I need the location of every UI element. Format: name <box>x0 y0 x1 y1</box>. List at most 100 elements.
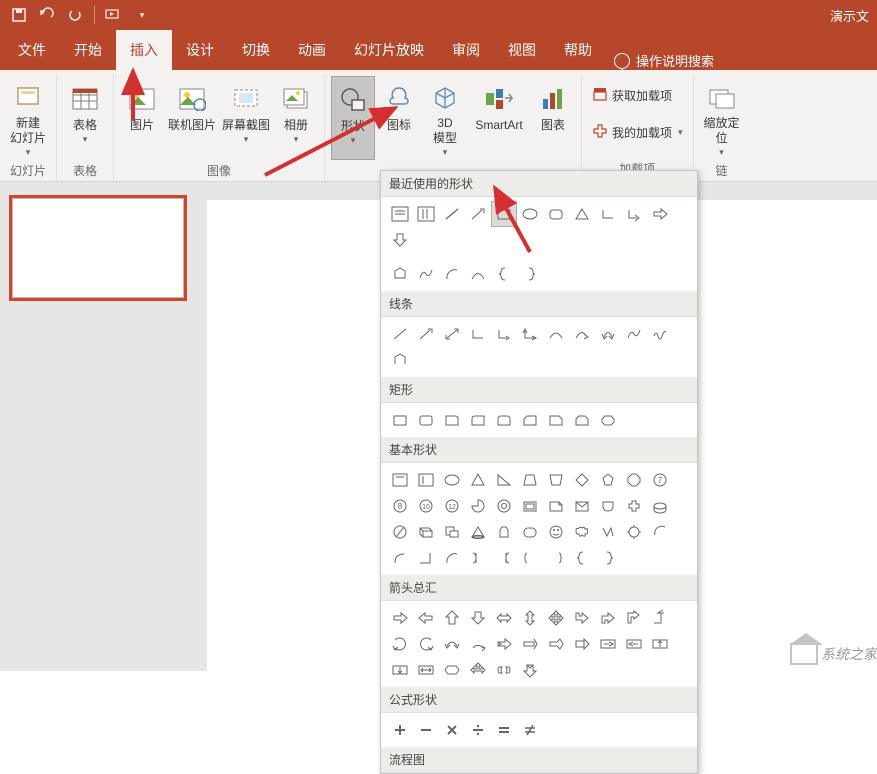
eq-minus-icon[interactable] <box>413 717 439 743</box>
screenshot-button[interactable]: 屏幕截图 ▾ <box>220 76 272 160</box>
arrow-shape-0-icon[interactable] <box>387 605 413 631</box>
save-icon[interactable] <box>8 4 30 26</box>
tab-transitions[interactable]: 切换 <box>228 30 284 70</box>
arrow-shape-4-icon[interactable] <box>491 605 517 631</box>
basic-shape-10-icon[interactable]: 7 <box>647 467 673 493</box>
shape-arc-icon[interactable] <box>439 261 465 287</box>
basic-shape-19-icon[interactable] <box>595 493 621 519</box>
shape-brace-icon[interactable] <box>491 261 517 287</box>
shape-line-icon[interactable] <box>439 201 465 227</box>
tell-me-search[interactable]: 操作说明搜索 <box>614 51 714 70</box>
basic-shape-1-icon[interactable] <box>413 467 439 493</box>
basic-shape-25-icon[interactable] <box>465 519 491 545</box>
basic-shape-5-icon[interactable] <box>517 467 543 493</box>
shape-freeform-icon[interactable] <box>387 261 413 287</box>
arrow-shape-13-icon[interactable] <box>439 631 465 657</box>
album-button[interactable]: 相册 ▾ <box>274 76 318 160</box>
shape-triangle-icon[interactable] <box>569 201 595 227</box>
basic-shape-28-icon[interactable] <box>543 519 569 545</box>
arrow-shape-18-icon[interactable] <box>569 631 595 657</box>
basic-shape-15-icon[interactable] <box>491 493 517 519</box>
new-slide-button[interactable]: 新建 幻灯片 ▾ <box>6 76 50 160</box>
line2-icon[interactable] <box>413 321 439 347</box>
basic-shape-13-icon[interactable]: 12 <box>439 493 465 519</box>
tab-review[interactable]: 审阅 <box>438 30 494 70</box>
basic-shape-26-icon[interactable] <box>491 519 517 545</box>
arrow-shape-22-icon[interactable] <box>387 657 413 683</box>
arrow-shape-11-icon[interactable] <box>387 631 413 657</box>
from-beginning-icon[interactable] <box>103 4 125 26</box>
undo-icon[interactable] <box>36 4 58 26</box>
icons-button[interactable]: 图标 <box>377 76 421 160</box>
arrow-shape-19-icon[interactable] <box>595 631 621 657</box>
basic-shape-7-icon[interactable] <box>569 467 595 493</box>
line-elbow-icon[interactable] <box>465 321 491 347</box>
tab-help[interactable]: 帮助 <box>550 30 606 70</box>
basic-shape-36-icon[interactable] <box>465 545 491 571</box>
arrow-shape-3-icon[interactable] <box>465 605 491 631</box>
basic-shape-35-icon[interactable] <box>439 545 465 571</box>
arrow-shape-12-icon[interactable] <box>413 631 439 657</box>
arrow-shape-1-icon[interactable] <box>413 605 439 631</box>
shape-rectangle-icon[interactable] <box>491 201 517 227</box>
smartart-button[interactable]: SmartArt <box>469 76 529 160</box>
basic-shape-33-icon[interactable] <box>387 545 413 571</box>
shape-scribble-icon[interactable] <box>413 261 439 287</box>
tab-animations[interactable]: 动画 <box>284 30 340 70</box>
basic-shape-8-icon[interactable] <box>595 467 621 493</box>
arrow-shape-24-icon[interactable] <box>439 657 465 683</box>
basic-shape-2-icon[interactable] <box>439 467 465 493</box>
basic-shape-38-icon[interactable] <box>517 545 543 571</box>
arrow-shape-15-icon[interactable] <box>491 631 517 657</box>
rect6-icon[interactable] <box>517 407 543 433</box>
picture-button[interactable]: 图片 <box>120 76 164 160</box>
arrow-shape-14-icon[interactable] <box>465 631 491 657</box>
table-button[interactable]: 表格 ▾ <box>63 76 107 160</box>
arrow-shape-5-icon[interactable] <box>517 605 543 631</box>
basic-shape-12-icon[interactable]: 10 <box>413 493 439 519</box>
basic-shape-22-icon[interactable] <box>387 519 413 545</box>
tab-insert[interactable]: 插入 <box>116 30 172 70</box>
eq-eq-icon[interactable] <box>491 717 517 743</box>
basic-shape-34-icon[interactable] <box>413 545 439 571</box>
arrow-shape-17-icon[interactable] <box>543 631 569 657</box>
rect4-icon[interactable] <box>465 407 491 433</box>
slide-thumbnail-1[interactable] <box>12 198 184 298</box>
shape-brace2-icon[interactable] <box>517 261 543 287</box>
qat-more-icon[interactable]: ▾ <box>131 4 153 26</box>
arrow-shape-9-icon[interactable] <box>621 605 647 631</box>
basic-shape-11-icon[interactable]: 8 <box>387 493 413 519</box>
basic-shape-14-icon[interactable] <box>465 493 491 519</box>
basic-shape-17-icon[interactable] <box>543 493 569 519</box>
line-scribble-icon[interactable] <box>647 321 673 347</box>
rect5-icon[interactable] <box>491 407 517 433</box>
basic-shape-23-icon[interactable] <box>413 519 439 545</box>
shape-textbox-icon[interactable] <box>387 201 413 227</box>
tab-home[interactable]: 开始 <box>60 30 116 70</box>
arrow-shape-2-icon[interactable] <box>439 605 465 631</box>
basic-shape-21-icon[interactable] <box>647 493 673 519</box>
basic-shape-27-icon[interactable] <box>517 519 543 545</box>
line-freeform-icon[interactable] <box>621 321 647 347</box>
shape-curve-icon[interactable] <box>465 261 491 287</box>
chart-button[interactable]: 图表 <box>531 76 575 160</box>
arrow-shape-20-icon[interactable] <box>621 631 647 657</box>
rect1-icon[interactable] <box>387 407 413 433</box>
rect7-icon[interactable] <box>543 407 569 433</box>
line3-icon[interactable] <box>439 321 465 347</box>
basic-shape-9-icon[interactable] <box>621 467 647 493</box>
rect2-icon[interactable] <box>413 407 439 433</box>
eq-neq-icon[interactable] <box>517 717 543 743</box>
shape-oval-icon[interactable] <box>517 201 543 227</box>
shape-arrow-line-icon[interactable] <box>465 201 491 227</box>
zoom-button[interactable]: 缩放定 位 ▾ <box>700 76 744 160</box>
basic-shape-0-icon[interactable] <box>387 467 413 493</box>
basic-shape-40-icon[interactable] <box>569 545 595 571</box>
arrow-shape-16-icon[interactable] <box>517 631 543 657</box>
get-addins-button[interactable]: 获取加载项 <box>588 84 676 107</box>
line-elbow-double-icon[interactable] <box>517 321 543 347</box>
arrow-shape-27-icon[interactable] <box>517 657 543 683</box>
online-picture-button[interactable]: 联机图片 <box>166 76 218 160</box>
rect3-icon[interactable] <box>439 407 465 433</box>
tab-file[interactable]: 文件 <box>4 30 60 70</box>
